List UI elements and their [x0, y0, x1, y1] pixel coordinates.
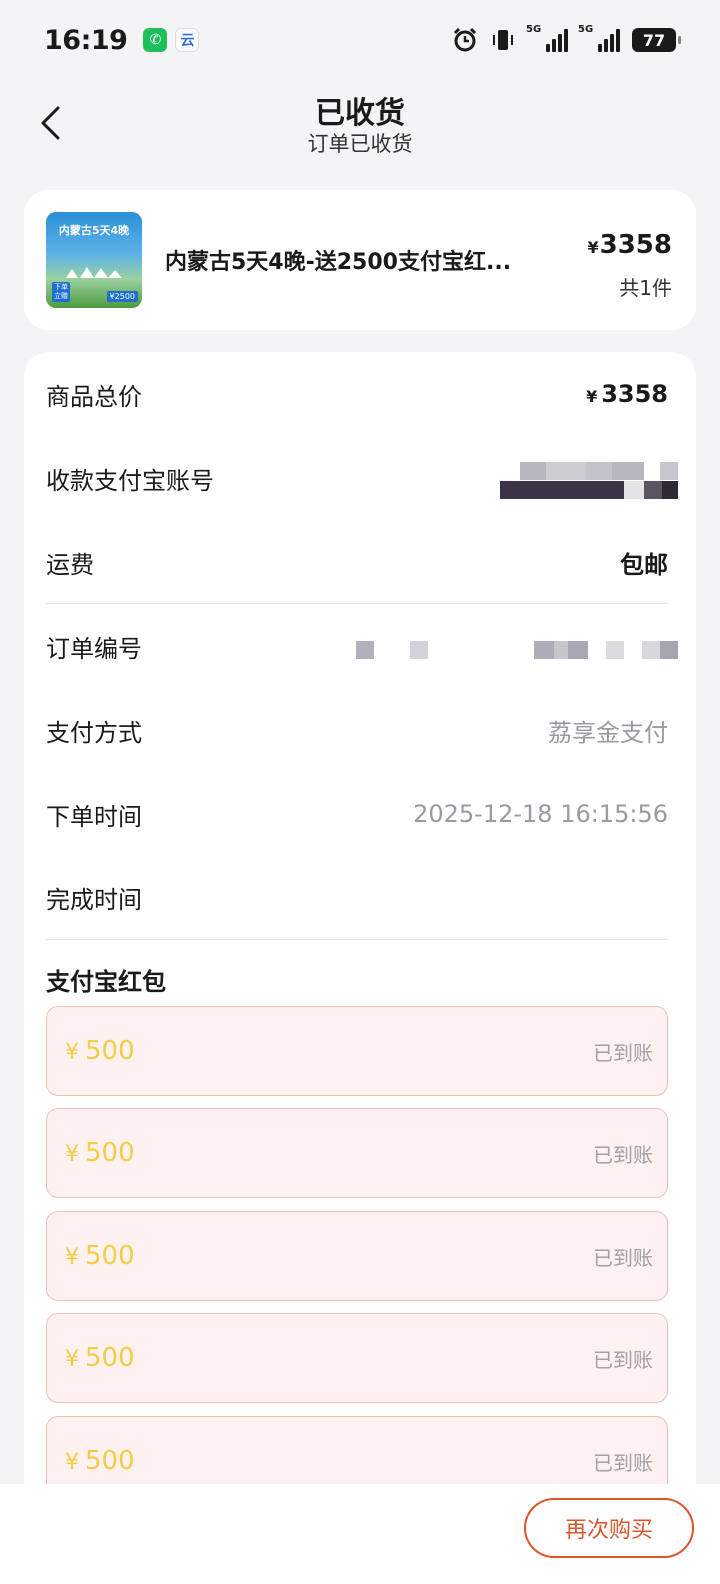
shipping-value: 包邮 — [620, 550, 668, 579]
shipping-label: 运费 — [46, 550, 94, 579]
redpacket-amount: ¥500 — [65, 1446, 135, 1476]
product-quantity: 共1件 — [619, 276, 672, 300]
signal-icon-2: 5G — [578, 24, 620, 52]
product-name: 内蒙古5天4晚-送2500支付宝红... — [165, 250, 512, 275]
status-indicators: 5G 5G 77 — [452, 24, 681, 53]
redpacket-amount-value: 500 — [85, 1036, 135, 1066]
redpacket-amount: ¥500 — [65, 1138, 135, 1168]
alipay-account-label: 收款支付宝账号 — [46, 466, 214, 495]
thumb-price-tag: ¥2500 — [106, 291, 138, 302]
row-order-time: 下单时间 2025-12-18 16:15:56 — [46, 794, 668, 834]
yurt-tents-image — [66, 267, 122, 278]
redpacket-section-title: 支付宝红包 — [46, 968, 166, 996]
signal-icon: 5G — [526, 24, 568, 52]
redpacket-amount: ¥500 — [65, 1343, 135, 1373]
order-details-card: 商品总价 ¥3358 收款支付宝账号 运费 包邮 订单编号 支付方式 荔享金支付 — [24, 352, 696, 1584]
order-time-label: 下单时间 — [46, 802, 142, 831]
thumb-gift-tag: 下单 立赠 — [52, 282, 70, 302]
redpacket-item: ¥500 已到账 — [46, 1313, 668, 1403]
page-subtitle: 订单已收货 — [307, 132, 413, 156]
row-finish-time: 完成时间 — [46, 877, 668, 917]
product-price: ¥3358 — [587, 230, 672, 260]
row-payment-method: 支付方式 荔享金支付 — [46, 710, 668, 750]
row-total-price: 商品总价 ¥3358 — [46, 374, 668, 414]
row-shipping: 运费 包邮 — [46, 542, 668, 582]
redpacket-item: ¥500 已到账 — [46, 1211, 668, 1301]
total-price-number: 3358 — [601, 380, 668, 408]
payment-method-value: 荔享金支付 — [548, 718, 668, 747]
bottom-action-bar: 再次购买 — [0, 1484, 720, 1584]
yen-symbol: ¥ — [65, 1040, 79, 1065]
redpacket-item: ¥500 已到账 — [46, 1108, 668, 1198]
signal-label: 5G — [526, 24, 542, 35]
thumb-title: 内蒙古5天4晚 — [58, 224, 130, 237]
battery-icon: 77 — [632, 28, 681, 52]
redpacket-status: 已到账 — [593, 1040, 653, 1065]
redpacket-amount: ¥500 — [65, 1036, 135, 1066]
page-header: 已收货 订单已收货 — [0, 80, 720, 170]
status-bar: 16:19 ✆ 云 5G 5G 77 — [0, 0, 720, 80]
vibrate-icon — [490, 27, 516, 53]
yen-symbol: ¥ — [65, 1450, 79, 1475]
redpacket-amount-value: 500 — [85, 1138, 135, 1168]
redpacket-amount-value: 500 — [85, 1343, 135, 1373]
cloud-app-icon: 云 — [175, 28, 200, 52]
finish-time-label: 完成时间 — [46, 885, 142, 914]
yen-symbol: ¥ — [587, 238, 599, 257]
signal-label-2: 5G — [578, 24, 594, 35]
status-time: 16:19 — [44, 24, 128, 56]
order-number-value-redacted — [356, 641, 678, 661]
yen-symbol: ¥ — [65, 1245, 79, 1270]
total-price-value: ¥3358 — [586, 380, 668, 408]
total-price-label: 商品总价 — [46, 382, 142, 411]
wechat-icon: ✆ — [143, 28, 168, 52]
redpacket-item: ¥500 已到账 — [46, 1006, 668, 1096]
order-number-label: 订单编号 — [46, 634, 142, 663]
buy-again-button[interactable]: 再次购买 — [524, 1498, 694, 1558]
order-time-value: 2025-12-18 16:15:56 — [413, 800, 668, 828]
alipay-account-value-redacted — [500, 462, 678, 500]
redpacket-status: 已到账 — [593, 1450, 653, 1475]
payment-method-label: 支付方式 — [46, 718, 142, 747]
alarm-icon — [452, 27, 478, 53]
product-price-value: 3358 — [599, 230, 672, 260]
redpacket-amount-value: 500 — [85, 1241, 135, 1271]
redpacket-status: 已到账 — [593, 1142, 653, 1167]
page-title: 已收货 — [315, 96, 405, 131]
redpacket-status: 已到账 — [593, 1347, 653, 1372]
redpacket-amount-value: 500 — [85, 1446, 135, 1476]
yen-symbol: ¥ — [65, 1142, 79, 1167]
yen-symbol: ¥ — [586, 387, 598, 406]
divider — [46, 939, 668, 940]
redpacket-amount: ¥500 — [65, 1241, 135, 1271]
redpacket-status: 已到账 — [593, 1245, 653, 1270]
product-card[interactable]: 内蒙古5天4晚 下单 立赠 ¥2500 内蒙古5天4晚-送2500支付宝红...… — [24, 190, 696, 330]
status-app-icons: ✆ 云 — [143, 28, 200, 52]
product-thumbnail: 内蒙古5天4晚 下单 立赠 ¥2500 — [46, 212, 142, 308]
divider — [46, 603, 668, 604]
yen-symbol: ¥ — [65, 1347, 79, 1372]
